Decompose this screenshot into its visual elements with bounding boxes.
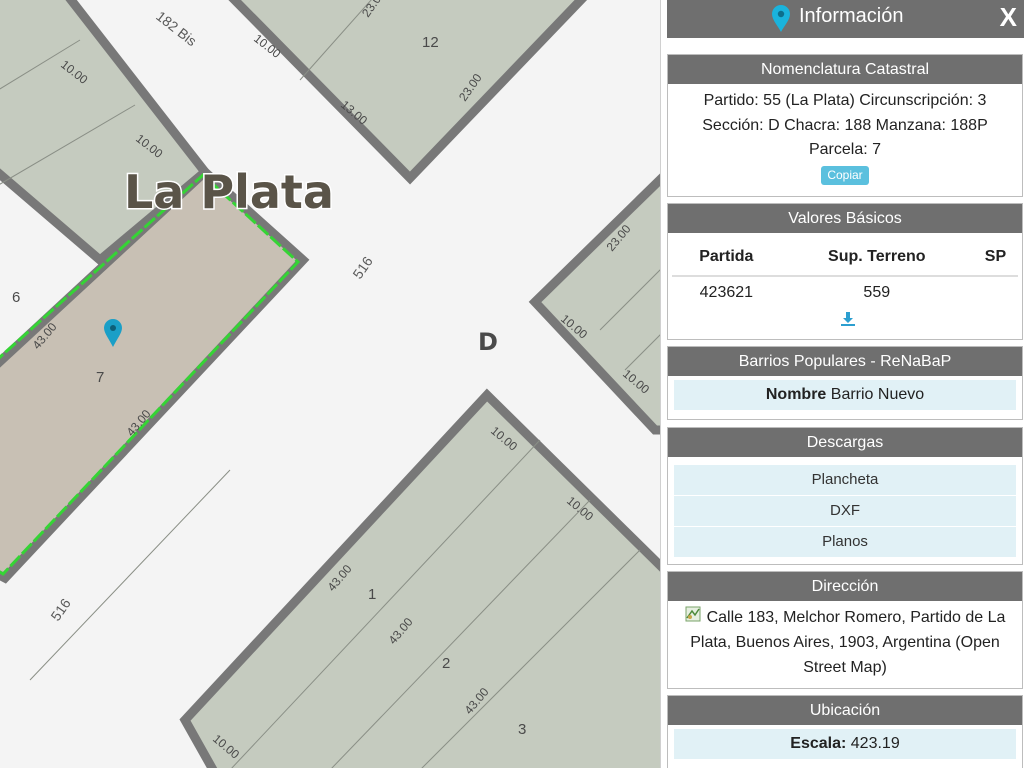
column-header: SP <box>972 239 1018 277</box>
direccion-section: Dirección Calle 183, Melchor Romero, Par… <box>667 571 1023 689</box>
table-cell <box>973 276 1018 309</box>
parcel-number: 3 <box>518 721 526 738</box>
close-button[interactable]: X <box>1000 2 1017 33</box>
block-south[interactable] <box>179 388 660 768</box>
info-panel: Información X Nomenclatura Catastral Par… <box>660 0 1024 768</box>
nomenclatura-line: Partido: 55 (La Plata) Circunscripción: … <box>703 92 987 109</box>
barrio-value: Barrio Nuevo <box>830 386 925 403</box>
section-heading: Ubicación <box>668 696 1022 725</box>
address-text-block: Calle 183, Melchor Romero, Partido de La… <box>668 601 1022 680</box>
nomenclatura-section: Nomenclatura Catastral Partido: 55 (La P… <box>667 54 1023 197</box>
valores-section: Valores Básicos Partida Sup. Terreno SP … <box>667 203 1023 340</box>
section-heading: Barrios Populares - ReNaBaP <box>668 347 1022 376</box>
nomenclatura-line: Sección: D Chacra: 188 Manzana: 188P <box>702 116 988 134</box>
barrios-section: Barrios Populares - ReNaBaP Nombre Barri… <box>667 346 1023 420</box>
download-planos[interactable]: Planos <box>674 527 1016 558</box>
block-north[interactable] <box>215 0 600 185</box>
street-label: 516 <box>47 595 74 623</box>
city-label: La Plata <box>124 165 334 219</box>
column-header: Partida <box>672 239 781 277</box>
section-heading: Descargas <box>668 428 1022 457</box>
descargas-section: Descargas Plancheta DXF Planos <box>667 427 1023 565</box>
map-marker-icon <box>771 4 791 37</box>
table-cell: 559 <box>863 284 891 301</box>
download-dxf[interactable]: DXF <box>674 496 1016 527</box>
table-row: 423621 559 <box>672 276 1018 309</box>
selected-parcel[interactable] <box>0 165 310 584</box>
column-header: Sup. Terreno <box>780 239 973 277</box>
cadastral-map[interactable]: 10.00 23.0 10.00 23.00 13.00 10.00 43.00… <box>0 0 660 768</box>
parcel-number: 1 <box>368 586 376 603</box>
ubicacion-section: Ubicación Escala: 423.19 <box>667 695 1023 768</box>
map-icon <box>685 605 701 630</box>
panel-title: Información <box>799 5 904 27</box>
table-cell: 423621 <box>699 284 754 301</box>
section-heading: Dirección <box>668 572 1022 601</box>
parcel-number: 2 <box>442 655 450 672</box>
section-heading: Nomenclatura Catastral <box>668 55 1022 84</box>
barrio-row: Nombre Barrio Nuevo <box>674 380 1016 410</box>
scale-row: Escala: 423.19 <box>674 729 1016 759</box>
section-label: D <box>478 328 498 356</box>
barrio-label: Nombre <box>765 386 827 403</box>
panel-header: Información X <box>667 0 1024 38</box>
scale-label: Escala: <box>790 735 847 752</box>
map-canvas[interactable]: 10.00 23.0 10.00 23.00 13.00 10.00 43.00… <box>0 0 660 768</box>
parcel-number: 7 <box>96 369 104 386</box>
download-icon[interactable] <box>840 311 856 332</box>
download-plancheta[interactable]: Plancheta <box>674 465 1016 496</box>
address-text: Calle 183, Melchor Romero, Partido de La… <box>690 609 1006 677</box>
parcel-number: 6 <box>12 289 20 306</box>
copy-button[interactable]: Copiar <box>821 165 869 185</box>
nomenclatura-text: Partido: 55 (La Plata) Circunscripción: … <box>668 84 1022 187</box>
street-label: 182 Bis <box>153 8 200 49</box>
parcel-number: 12 <box>422 34 439 51</box>
nomenclatura-line: Parcela: 7 <box>808 141 882 158</box>
valores-table: Partida Sup. Terreno SP 423621 559 <box>672 239 1018 309</box>
street-label: 516 <box>349 253 376 281</box>
section-heading: Valores Básicos <box>668 204 1022 233</box>
scale-value: 423.19 <box>850 735 900 752</box>
